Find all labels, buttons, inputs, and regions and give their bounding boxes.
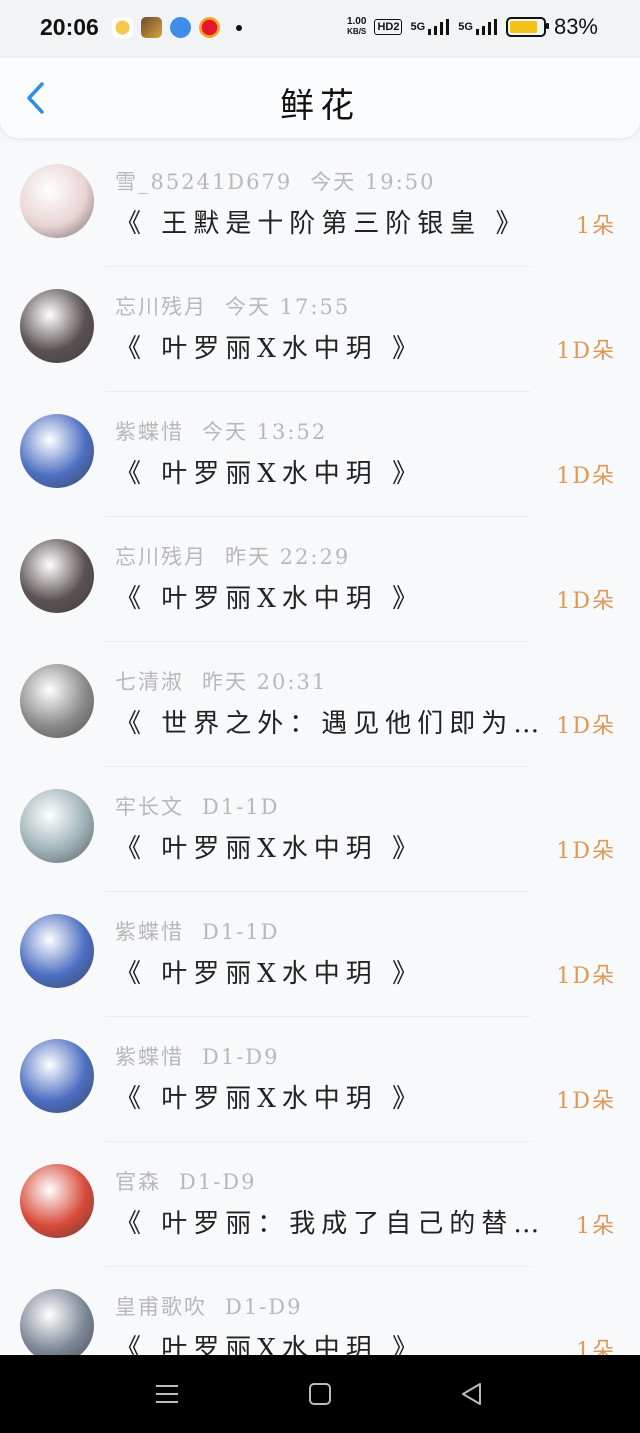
item-meta: 官森 D1-D9 [115, 1166, 257, 1196]
avatar[interactable] [20, 1289, 94, 1355]
username[interactable]: 皇甫歌吹 [115, 1295, 207, 1319]
avatar[interactable] [20, 789, 94, 863]
book-title[interactable]: 《 叶罗丽X水中玥 》 [115, 953, 555, 990]
timestamp: D1-D9 [202, 1045, 280, 1069]
list-item[interactable]: 紫蝶惜 D1-D9 《 叶罗丽X水中玥 》 1D朵 [0, 1017, 640, 1142]
signal-icon-2: 5G [458, 19, 498, 35]
list-item[interactable]: 紫蝶惜 D1-1D 《 叶罗丽X水中玥 》 1D朵 [0, 892, 640, 1017]
network-speed: 1.00 KB/S [346, 16, 367, 37]
flower-count: 1D朵 [556, 589, 616, 614]
item-meta: 七清淑 昨天 20:31 [115, 666, 327, 696]
book-title[interactable]: 《 叶罗丽X水中玥 》 [115, 1078, 555, 1115]
item-meta: 牢长文 D1-1D [115, 791, 280, 821]
timestamp: D1-D9 [225, 1295, 303, 1319]
username[interactable]: 雪_85241D679 [115, 170, 292, 194]
username[interactable]: 紫蝶惜 [115, 1045, 184, 1069]
more-notifications-dot [236, 24, 242, 31]
username[interactable]: 牢长文 [115, 795, 184, 819]
flower-count: 1D朵 [556, 839, 616, 864]
book-title[interactable]: 《 世界之外：遇见他们即为… [115, 703, 555, 740]
book-title[interactable]: 《 叶罗丽X水中玥 》 [115, 578, 555, 615]
item-meta: 紫蝶惜 D1-1D [115, 916, 280, 946]
username[interactable]: 官森 [115, 1170, 161, 1194]
home-icon[interactable] [305, 1381, 335, 1407]
status-bar: 20:06 1.00 KB/S HD2 5G 5G 83% [0, 0, 640, 58]
item-meta: 皇甫歌吹 D1-D9 [115, 1291, 303, 1321]
avatar[interactable] [20, 539, 94, 613]
avatar[interactable] [20, 414, 94, 488]
avatar[interactable] [20, 164, 94, 238]
timestamp: 今天 13:52 [202, 420, 328, 444]
item-meta: 忘川残月 今天 17:55 [115, 291, 350, 321]
book-title[interactable]: 《 叶罗丽：我成了自己的替身 》 [115, 1203, 555, 1240]
username[interactable]: 紫蝶惜 [115, 420, 184, 444]
timestamp: D1-D9 [179, 1170, 257, 1194]
item-meta: 紫蝶惜 D1-D9 [115, 1041, 280, 1071]
avatar[interactable] [20, 289, 94, 363]
battery-percent: 83% [553, 14, 598, 39]
flower-count: 1朵 [576, 214, 616, 239]
battery-fill [509, 21, 537, 33]
menu-icon[interactable] [152, 1381, 182, 1407]
book-title[interactable]: 《 叶罗丽X水中玥 》 [115, 1328, 555, 1355]
status-time: 20:06 [40, 14, 99, 40]
list-item[interactable]: 紫蝶惜 今天 13:52 《 叶罗丽X水中玥 》 1D朵 [0, 392, 640, 517]
list-item[interactable]: 雪_85241D679 今天 19:50 《 王默是十阶第三阶银皇 》 1朵 [0, 142, 640, 267]
page-title: 鲜花 [280, 86, 360, 126]
list-item[interactable]: 忘川残月 今天 17:55 《 叶罗丽X水中玥 》 1D朵 [0, 267, 640, 392]
avatar[interactable] [20, 1164, 94, 1238]
list-item[interactable]: 牢长文 D1-1D 《 叶罗丽X水中玥 》 1D朵 [0, 767, 640, 892]
hd-voice-icon: HD2 [374, 19, 403, 35]
flower-count: 1D朵 [556, 1089, 616, 1114]
flower-count: 1D朵 [556, 714, 616, 739]
book-title[interactable]: 《 叶罗丽X水中玥 》 [115, 453, 555, 490]
item-meta: 雪_85241D679 今天 19:50 [115, 166, 435, 196]
bird-icon [170, 17, 191, 38]
signal-icon: 5G [410, 19, 450, 35]
username[interactable]: 七清淑 [115, 670, 184, 694]
notification-icons [112, 17, 242, 38]
top-bar: 鲜花 [0, 58, 640, 138]
username[interactable]: 忘川残月 [115, 295, 207, 319]
item-meta: 忘川残月 昨天 22:29 [115, 541, 350, 571]
timestamp: D1-1D [202, 795, 280, 819]
status-indicators: 1.00 KB/S HD2 5G 5G 83% [347, 14, 598, 40]
flower-count: 1朵 [576, 1339, 616, 1355]
list-item[interactable]: 七清淑 昨天 20:31 《 世界之外：遇见他们即为… 1D朵 [0, 642, 640, 767]
game-icon [141, 17, 162, 38]
list-item[interactable]: 皇甫歌吹 D1-D9 《 叶罗丽X水中玥 》 1朵 [0, 1267, 640, 1355]
avatar[interactable] [20, 1039, 94, 1113]
book-title[interactable]: 《 王默是十阶第三阶银皇 》 [115, 203, 555, 240]
username[interactable]: 紫蝶惜 [115, 920, 184, 944]
battery-icon [505, 17, 549, 37]
timestamp: 今天 19:50 [310, 170, 436, 194]
timestamp: 今天 17:55 [225, 295, 351, 319]
timestamp: D1-1D [202, 920, 280, 944]
timestamp: 昨天 22:29 [225, 545, 351, 569]
book-title[interactable]: 《 叶罗丽X水中玥 》 [115, 828, 555, 865]
flower-count: 1D朵 [556, 339, 616, 364]
avatar[interactable] [20, 914, 94, 988]
list-item[interactable]: 忘川残月 昨天 22:29 《 叶罗丽X水中玥 》 1D朵 [0, 517, 640, 642]
flower-list[interactable]: 雪_85241D679 今天 19:50 《 王默是十阶第三阶银皇 》 1朵 忘川… [0, 142, 640, 1355]
book-title[interactable]: 《 叶罗丽X水中玥 》 [115, 328, 555, 365]
flower-count: 1D朵 [556, 964, 616, 989]
system-nav-bar [0, 1355, 640, 1433]
flower-count: 1朵 [576, 1214, 616, 1239]
timestamp: 昨天 20:31 [202, 670, 328, 694]
flower-count: 1D朵 [556, 464, 616, 489]
list-item[interactable]: 官森 D1-D9 《 叶罗丽：我成了自己的替身 》 1朵 [0, 1142, 640, 1267]
avatar[interactable] [20, 664, 94, 738]
back-triangle-icon[interactable] [458, 1381, 488, 1407]
weibo-icon [199, 17, 220, 38]
item-meta: 紫蝶惜 今天 13:52 [115, 416, 327, 446]
username[interactable]: 忘川残月 [115, 545, 207, 569]
mascot-icon [112, 17, 133, 38]
